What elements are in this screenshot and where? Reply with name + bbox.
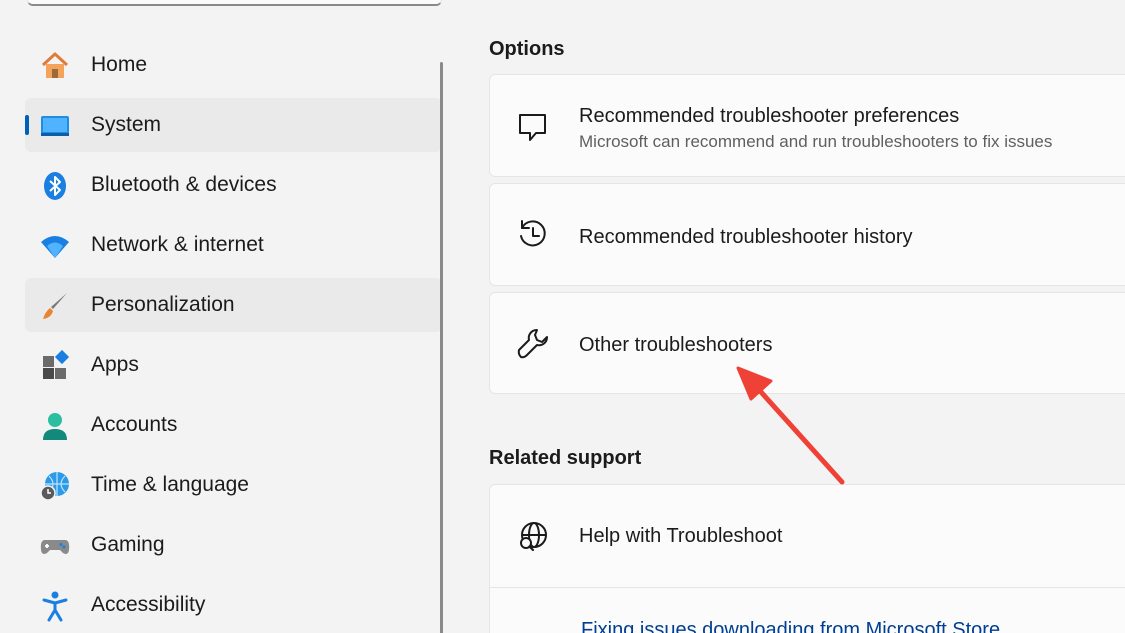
- card-title: Recommended troubleshooter history: [579, 226, 913, 248]
- card-title: Recommended troubleshooter preferences: [579, 105, 960, 127]
- chat-bubble-icon: [516, 111, 550, 145]
- home-icon: [39, 50, 71, 82]
- sidebar-item-gaming[interactable]: Gaming: [25, 518, 442, 572]
- sidebar-item-label: Bluetooth & devices: [91, 173, 277, 196]
- history-icon: [516, 218, 550, 252]
- sidebar-item-label: Apps: [91, 353, 139, 376]
- sidebar-item-time-language[interactable]: Time & language: [25, 458, 442, 512]
- selected-indicator: [25, 115, 29, 135]
- globe-search-icon: [516, 519, 550, 553]
- sidebar-scrollbar[interactable]: [440, 62, 443, 633]
- troubleshooter-history-card[interactable]: Recommended troubleshooter history: [489, 183, 1125, 286]
- sidebar-item-label: Accessibility: [91, 593, 206, 616]
- bluetooth-icon: [39, 170, 71, 202]
- sidebar-item-accessibility[interactable]: Accessibility: [25, 578, 442, 632]
- sidebar-item-label: Network & internet: [91, 233, 264, 256]
- other-troubleshooters-card[interactable]: Other troubleshooters: [489, 292, 1125, 394]
- accessibility-icon: [39, 590, 71, 622]
- sidebar-item-system[interactable]: System: [25, 98, 442, 152]
- gamepad-icon: [39, 530, 71, 562]
- options-section-title: Options: [489, 38, 565, 60]
- wrench-icon: [516, 327, 550, 361]
- troubleshooter-preferences-card[interactable]: Recommended troubleshooter preferences M…: [489, 74, 1125, 177]
- person-icon: [39, 410, 71, 442]
- search-input[interactable]: [27, 0, 442, 6]
- card-title: Other troubleshooters: [579, 334, 773, 356]
- sidebar-item-apps[interactable]: Apps: [25, 338, 442, 392]
- sidebar-item-home[interactable]: Home: [25, 38, 442, 92]
- sidebar-item-label: Personalization: [91, 293, 235, 316]
- sidebar-item-label: System: [91, 113, 162, 136]
- sidebar-item-bluetooth[interactable]: Bluetooth & devices: [25, 158, 442, 212]
- card-subtitle: Microsoft can recommend and run troubles…: [579, 132, 1053, 151]
- system-icon: [39, 110, 71, 142]
- help-with-troubleshoot-card[interactable]: Help with Troubleshoot Fixing issues dow…: [489, 484, 1125, 633]
- globe-clock-icon: [39, 470, 71, 502]
- sidebar-item-label: Time & language: [91, 473, 249, 496]
- sidebar-item-label: Gaming: [91, 533, 165, 556]
- fixing-store-downloads-link[interactable]: Fixing issues downloading from Microsoft…: [581, 619, 1000, 633]
- apps-icon: [39, 350, 71, 382]
- sidebar-item-label: Accounts: [91, 413, 178, 436]
- sidebar-item-accounts[interactable]: Accounts: [25, 398, 442, 452]
- sidebar-item-label: Home: [91, 53, 148, 76]
- wifi-icon: [39, 230, 71, 262]
- sidebar-item-personalization[interactable]: Personalization: [25, 278, 442, 332]
- card-title: Help with Troubleshoot: [579, 525, 783, 547]
- card-divider: [490, 587, 1125, 588]
- paintbrush-icon: [39, 290, 71, 322]
- sidebar-nav: Home System Bluetooth & devices Network …: [25, 38, 442, 633]
- related-support-section-title: Related support: [489, 447, 642, 469]
- sidebar-item-network[interactable]: Network & internet: [25, 218, 442, 272]
